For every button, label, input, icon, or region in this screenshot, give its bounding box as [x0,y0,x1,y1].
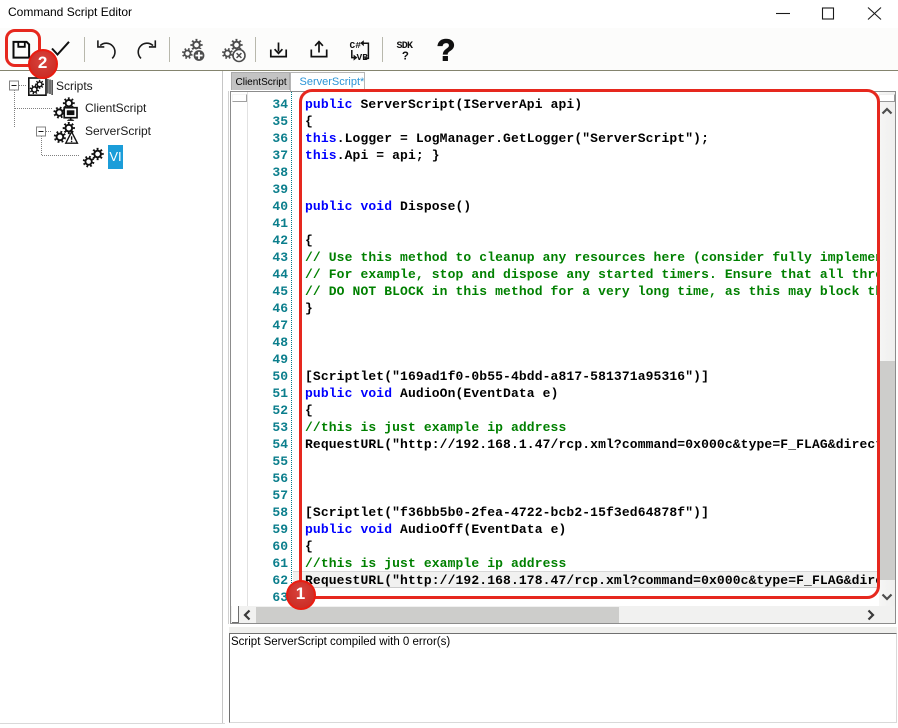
svg-text:?: ? [402,51,409,64]
svg-text:?: ? [437,33,456,68]
svg-text:C#: C# [350,40,362,51]
svg-text:VB: VB [357,52,369,63]
